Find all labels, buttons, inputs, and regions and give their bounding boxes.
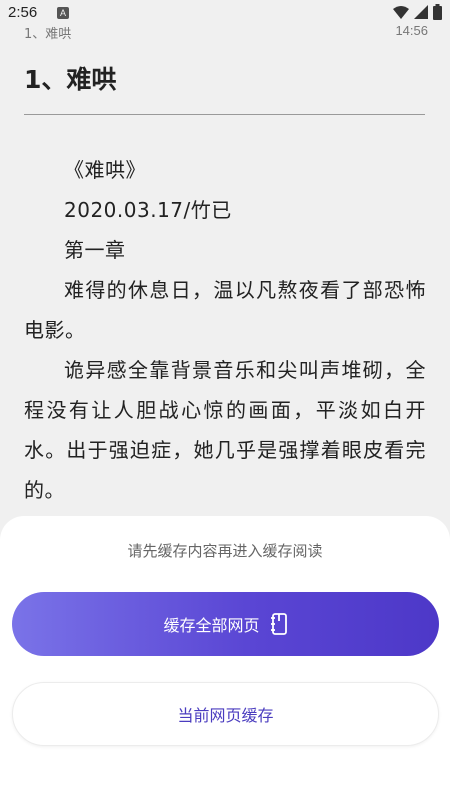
cache-all-label: 缓存全部网页 [163,616,260,635]
cache-current-label: 当前网页缓存 [177,706,274,725]
paragraph: 《难哄》 [64,158,146,182]
cache-bottom-sheet: 请先缓存内容再进入缓存阅读 缓存全部网页 当前网页缓存 [0,516,450,806]
cache-all-button[interactable]: 缓存全部网页 [12,592,439,656]
paragraph: 诡异感全靠背景音乐和尖叫声堆砌，全程没有让人胆战心惊的画面，平淡如白开水。出于强… [24,358,426,502]
header-clock: 14:56 [395,23,428,38]
signal-icon [414,5,428,19]
wifi-icon [393,5,409,19]
paragraph: 难得的休息日，温以凡熬夜看了部恐怖电影。 [24,278,426,342]
title-divider [24,114,425,115]
status-icons [393,4,442,20]
cache-current-button[interactable]: 当前网页缓存 [12,682,439,746]
battery-icon [433,4,442,20]
chapter-content[interactable]: 《难哄》 2020.03.17/竹已 第一章 难得的休息日，温以凡熬夜看了部恐怖… [24,150,426,510]
status-time: 2:56 [8,4,38,21]
book-icon [270,613,287,635]
paragraph: 2020.03.17/竹已 [64,198,232,222]
cache-hint: 请先缓存内容再进入缓存阅读 [127,542,323,560]
status-bar: 2:56 A [0,0,450,24]
chapter-title: 1、难哄 [24,65,117,94]
paragraph: 第一章 [64,238,126,262]
notification-a-icon: A [57,7,69,19]
reader-header: 1、难哄 14:56 [0,22,450,42]
header-chapter-name: 1、难哄 [24,27,72,42]
